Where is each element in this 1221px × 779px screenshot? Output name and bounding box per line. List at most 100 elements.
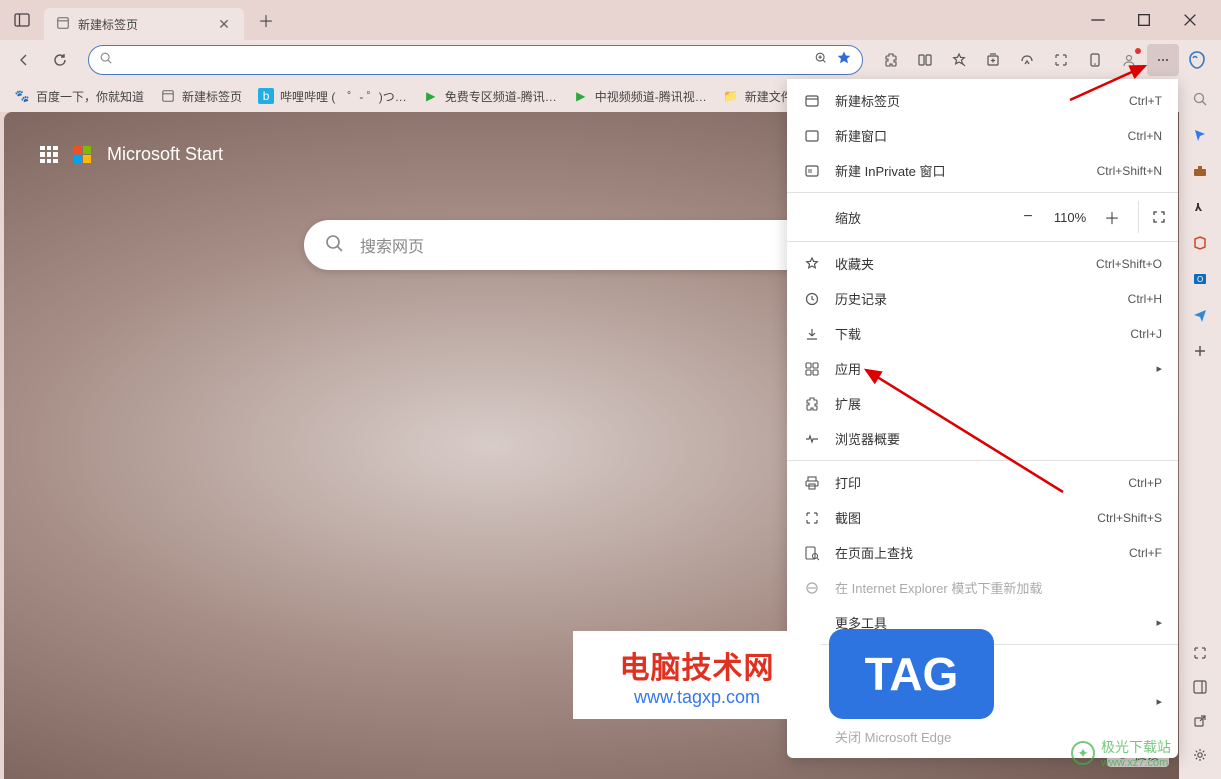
xz7-logo-icon: ✦ [1071, 741, 1095, 765]
extensions-icon[interactable] [875, 44, 907, 76]
favorites-icon[interactable] [943, 44, 975, 76]
menu-favorites[interactable]: 收藏夹 Ctrl+Shift+O [787, 246, 1178, 281]
refresh-button[interactable] [44, 44, 76, 76]
page-icon [160, 88, 176, 104]
close-window-button[interactable] [1167, 4, 1213, 36]
bookmark-label: 中视频频道-腾讯视… [595, 88, 707, 105]
back-button[interactable] [8, 44, 40, 76]
menu-new-tab[interactable]: 新建标签页 Ctrl+T [787, 83, 1178, 118]
new-tab-button[interactable]: ＋ [252, 6, 280, 34]
svg-text:O: O [1197, 275, 1203, 284]
apps-grid-icon[interactable] [40, 146, 58, 164]
history-icon [803, 290, 821, 308]
video-icon: ▶ [423, 88, 439, 104]
menu-browser-essentials[interactable]: 浏览器概要 [787, 421, 1178, 456]
sidebar-games-icon[interactable] [1188, 195, 1212, 219]
download-icon [803, 325, 821, 343]
more-menu-button[interactable] [1147, 44, 1179, 76]
menu-new-window[interactable]: 新建窗口 Ctrl+N [787, 118, 1178, 153]
menu-shortcut: Ctrl+J [1130, 327, 1162, 341]
zoom-value: 110% [1048, 210, 1092, 225]
menu-history[interactable]: 历史记录 Ctrl+H [787, 281, 1178, 316]
collections-icon[interactable] [977, 44, 1009, 76]
bookmark-label: 百度一下，你就知道 [36, 88, 144, 105]
tab-title: 新建标签页 [78, 16, 138, 33]
sidebar-tools-icon[interactable] [1188, 159, 1212, 183]
window-controls [1075, 4, 1213, 36]
watermark-xz7: ✦ 极光下载站 www.xz7.com [1071, 737, 1171, 769]
menu-print[interactable]: 打印 Ctrl+P [787, 465, 1178, 500]
xz7-url: www.xz7.com [1101, 757, 1171, 769]
zoom-out-button[interactable]: − [1008, 201, 1048, 233]
bookmark-tencent-mid[interactable]: ▶中视频频道-腾讯视… [567, 84, 713, 109]
sidebar-search-icon[interactable] [1188, 87, 1212, 111]
window-icon [803, 127, 821, 145]
puzzle-icon [803, 395, 821, 413]
toolbar [0, 40, 1221, 80]
menu-shortcut: Ctrl+Shift+O [1096, 257, 1162, 271]
sidebar-outlook-icon[interactable]: O [1188, 267, 1212, 291]
menu-label: 应用 [835, 359, 1134, 378]
menu-downloads[interactable]: 下载 Ctrl+J [787, 316, 1178, 351]
sidebar-panel-icon[interactable] [1188, 675, 1212, 699]
url-input[interactable] [121, 53, 806, 68]
zoom-indicator-icon[interactable] [814, 51, 828, 70]
copilot-icon[interactable] [1181, 44, 1213, 76]
web-search-box[interactable]: 搜索网页 [304, 220, 834, 270]
crop-icon [803, 509, 821, 527]
sidebar-external-icon[interactable] [1188, 709, 1212, 733]
bookmark-baidu[interactable]: 🐾百度一下，你就知道 [8, 84, 150, 109]
menu-find[interactable]: 在页面上查找 Ctrl+F [787, 535, 1178, 570]
fullscreen-button[interactable] [1138, 201, 1178, 233]
blank-icon [803, 728, 821, 746]
watermark-title: 电脑技术网 [620, 643, 775, 687]
menu-zoom-row: 缩放 − 110% ＋ [787, 197, 1178, 237]
menu-label: 新建标签页 [835, 91, 1115, 110]
menu-extensions[interactable]: 扩展 [787, 386, 1178, 421]
tab-new-tab-page[interactable]: 新建标签页 ✕ [44, 8, 244, 40]
bookmark-label: 新建标签页 [182, 88, 242, 105]
sidebar-settings-icon[interactable] [1188, 743, 1212, 767]
watermark-url: www.tagxp.com [634, 687, 760, 708]
browser-essentials-icon[interactable] [1011, 44, 1043, 76]
profile-icon[interactable] [1113, 44, 1145, 76]
sidebar-screenshot-icon[interactable] [1188, 641, 1212, 665]
menu-screenshot[interactable]: 截图 Ctrl+Shift+S [787, 500, 1178, 535]
menu-label: 截图 [835, 508, 1083, 527]
close-tab-icon[interactable]: ✕ [216, 16, 232, 32]
split-screen-icon[interactable] [909, 44, 941, 76]
apps-icon [803, 360, 821, 378]
window-titlebar: 新建标签页 ✕ ＋ [0, 0, 1221, 40]
menu-separator [787, 460, 1178, 461]
maximize-button[interactable] [1121, 4, 1167, 36]
menu-apps[interactable]: 应用 [787, 351, 1178, 386]
watermark-tagxp: 电脑技术网 www.tagxp.com [573, 631, 821, 719]
xz7-text: 极光下载站 [1101, 737, 1171, 757]
minimize-button[interactable] [1075, 4, 1121, 36]
tab-actions-icon[interactable] [8, 6, 36, 34]
screenshot-icon[interactable] [1045, 44, 1077, 76]
blank-icon [803, 614, 821, 632]
ie-icon [803, 579, 821, 597]
menu-ie-mode: 在 Internet Explorer 模式下重新加载 [787, 570, 1178, 605]
address-bar[interactable] [88, 45, 863, 75]
bookmark-ntp[interactable]: 新建标签页 [154, 84, 248, 109]
search-icon [324, 233, 344, 258]
zoom-label: 缩放 [835, 208, 1008, 227]
bookmark-bilibili[interactable]: b哔哩哔哩 ( ゜- ゜)つ… [252, 84, 413, 109]
sidebar-add-icon[interactable] [1188, 339, 1212, 363]
zoom-in-button[interactable]: ＋ [1092, 201, 1132, 233]
menu-new-inprivate[interactable]: 新建 InPrivate 窗口 Ctrl+Shift+N [787, 153, 1178, 188]
sidebar-shopping-icon[interactable] [1188, 123, 1212, 147]
menu-shortcut: Ctrl+P [1128, 476, 1162, 490]
new-tab-icon [803, 92, 821, 110]
sidebar-m365-icon[interactable] [1188, 231, 1212, 255]
bookmark-tencent-free[interactable]: ▶免费专区频道-腾讯… [417, 84, 563, 109]
bookmark-label: 哔哩哔哩 ( ゜- ゜)つ… [280, 88, 407, 105]
mobile-icon[interactable] [1079, 44, 1111, 76]
start-header: Microsoft Start [40, 144, 223, 165]
menu-shortcut: Ctrl+N [1128, 129, 1162, 143]
sidebar-send-icon[interactable] [1188, 303, 1212, 327]
watermark-tag-badge: TAG [829, 629, 994, 719]
favorite-star-icon[interactable] [836, 50, 852, 71]
